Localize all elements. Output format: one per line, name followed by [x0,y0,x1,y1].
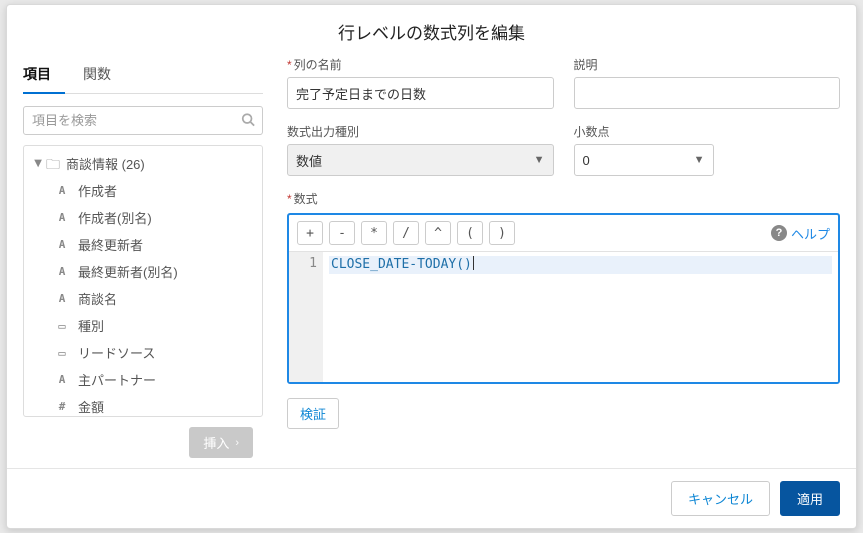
output-type-value: 数値 [296,151,322,170]
tree-field-item[interactable]: 最終更新者(別名) [24,258,262,285]
code-line[interactable]: CLOSE_DATE-TODAY() [329,256,832,274]
value-type-icon [54,400,70,413]
tree-field-label: 種別 [78,316,104,335]
folder-icon: 🗀 [46,157,60,171]
tree-field-item[interactable]: 種別 [24,312,262,339]
decimal-label: 小数点 [574,123,714,140]
insert-button[interactable]: 挿入 › [189,427,253,458]
search-input[interactable] [23,106,263,135]
validate-button[interactable]: 検証 [287,398,339,429]
output-type-select[interactable]: 数値 ▼ [287,144,554,176]
tree-field-item[interactable]: 商談名 [24,285,262,312]
tree-field-label: 商談名 [78,289,117,308]
text-type-icon [54,238,70,251]
operator-button-/[interactable]: / [393,221,419,245]
text-type-icon [54,373,70,386]
decimal-value: 0 [583,153,590,168]
right-panel: *列の名前 説明 数式出力種別 数値 ▼ [287,56,840,458]
help-label: ヘルプ [791,224,830,243]
help-link[interactable]: ? ヘルプ [771,224,830,243]
operator-button--[interactable]: - [329,221,355,245]
insert-button-label: 挿入 [203,433,229,452]
formula-toolbar: +-*/^() ? ヘルプ [289,215,838,252]
formula-editor: +-*/^() ? ヘルプ 1 CLOSE_DATE-TODAY() [287,213,840,384]
left-tabs: 項目 関数 [23,56,263,94]
decimal-select[interactable]: 0 ▼ [574,144,714,176]
tree-root[interactable]: ▶ 🗀 商談情報 (26) [24,150,262,177]
help-icon: ? [771,225,787,241]
fields-tree: ▶ 🗀 商談情報 (26) 作成者作成者(別名) 最終更新者最終更新者(別名) 商談… [23,145,263,417]
chevron-right-icon: › [235,437,239,449]
tree-field-label: 金額 [78,397,104,416]
tree-field-item[interactable]: 主パートナー [24,366,262,393]
formula-label: *数式 [287,190,840,207]
operator-button-^[interactable]: ^ [425,221,451,245]
operator-button-+[interactable]: + [297,221,323,245]
text-type-icon [54,292,70,305]
fields-tree-scroll[interactable]: ▶ 🗀 商談情報 (26) 作成者作成者(別名) 最終更新者最終更新者(別名) 商談… [24,146,262,416]
caret-down-icon: ▼ [694,154,705,166]
tree-field-label: 作成者(別名) [78,208,152,227]
apply-button[interactable]: 適用 [780,481,840,516]
tree-field-label: リードソース [78,343,155,362]
caret-down-icon: ▼ [534,154,545,166]
tree-field-label: 最終更新者 [78,235,143,254]
search-icon [241,112,255,129]
tree-field-item[interactable]: 最終更新者 [24,231,262,258]
column-name-input[interactable] [287,77,554,109]
value-type-icon [54,319,70,333]
tree-field-item[interactable]: リードソース [24,339,262,366]
tree-field-label: 主パートナー [78,370,156,389]
output-type-label: 数式出力種別 [287,123,554,140]
tree-field-label: 最終更新者(別名) [78,262,178,281]
tree-field-label: 作成者 [78,181,117,200]
column-name-label: *列の名前 [287,56,554,73]
text-type-icon [54,211,70,224]
text-type-icon [54,265,70,278]
modal-footer: キャンセル 適用 [7,468,856,528]
tree-field-item[interactable]: 金額 [24,393,262,416]
tree-root-label: 商談情報 (26) [66,154,145,173]
tab-fields[interactable]: 項目 [23,56,65,94]
tab-functions[interactable]: 関数 [83,56,125,93]
formula-code-area[interactable]: 1 CLOSE_DATE-TODAY() [289,252,838,382]
edit-formula-modal: 行レベルの数式列を編集 項目 関数 [6,4,857,529]
modal-title: 行レベルの数式列を編集 [7,5,856,56]
cancel-button[interactable]: キャンセル [671,481,770,516]
caret-down-icon: ▶ [33,158,44,170]
code-gutter: 1 [289,252,323,382]
description-label: 説明 [574,56,841,73]
operator-button-*[interactable]: * [361,221,387,245]
left-panel: 項目 関数 ▶ 🗀 商 [23,56,263,458]
description-input[interactable] [574,77,841,109]
operator-button-)[interactable]: ) [489,221,515,245]
value-type-icon [54,346,70,360]
operator-button-([interactable]: ( [457,221,483,245]
tree-field-item[interactable]: 作成者(別名) [24,204,262,231]
text-type-icon [54,184,70,197]
tree-field-item[interactable]: 作成者 [24,177,262,204]
